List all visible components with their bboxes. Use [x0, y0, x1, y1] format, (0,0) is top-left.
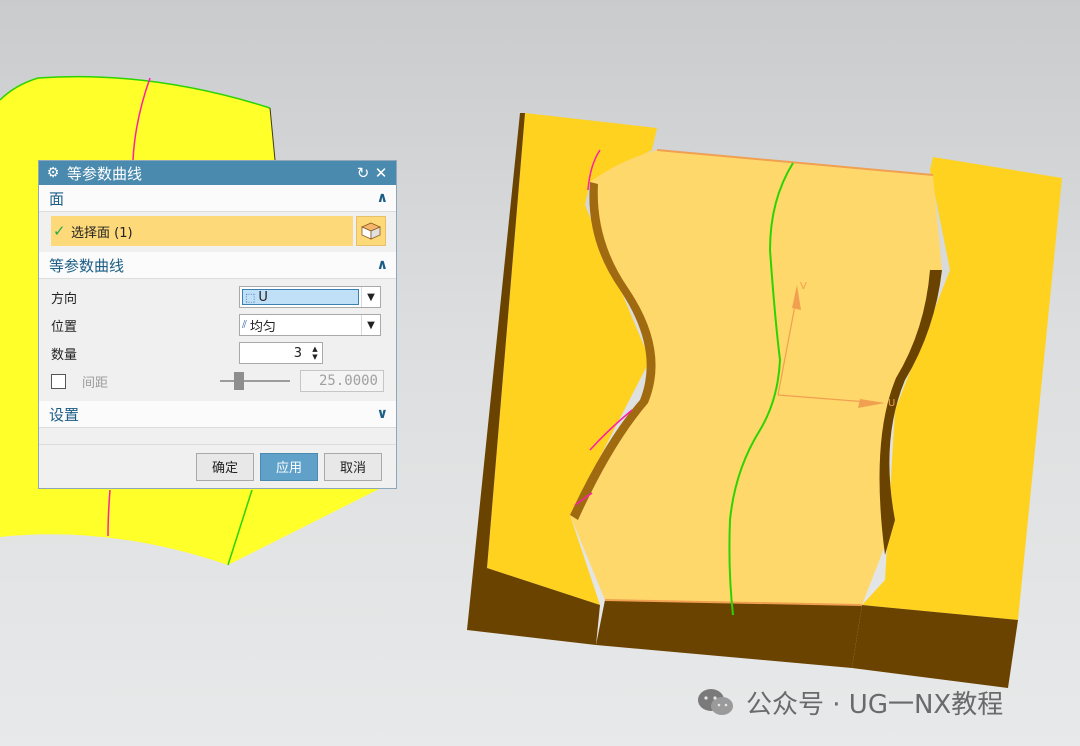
- curve-section-body: 方向 ⬚ U ▼ 位置 ⫽ 均匀 ▼ 数量 3 ▲ ▼ 间距 25.0000: [39, 279, 396, 401]
- face-section-header[interactable]: 面 ∧: [39, 185, 396, 212]
- block-model[interactable]: [467, 113, 1062, 688]
- face-section-title: 面: [49, 189, 65, 208]
- ok-button[interactable]: 确定: [196, 452, 254, 481]
- settings-section-title: 设置: [49, 405, 80, 424]
- uniform-icon: ⫽: [242, 318, 247, 331]
- apply-button[interactable]: 应用: [260, 452, 318, 481]
- curve-section-title: 等参数曲线: [49, 256, 125, 275]
- gear-icon[interactable]: ⚙: [45, 165, 61, 181]
- select-face-label: 选择面 (1): [71, 225, 133, 241]
- dropdown-arrow-icon[interactable]: ▼: [361, 315, 380, 335]
- isoparametric-curve-dialog: ⚙ 等参数曲线 ↻ ✕ 面 ∧ ✓ 选择面 (1) 等参数曲线 ∧ 方向 ⬚ U…: [38, 160, 397, 489]
- select-face-field[interactable]: ✓ 选择面 (1): [51, 216, 353, 246]
- direction-label: 方向: [51, 291, 78, 307]
- dialog-title-bar[interactable]: ⚙ 等参数曲线 ↻ ✕: [39, 161, 396, 185]
- face-section-body: ✓ 选择面 (1): [39, 212, 396, 252]
- chevron-up-icon[interactable]: ∧: [377, 257, 388, 273]
- watermark-text: 公众号 · UG一NX教程: [746, 690, 1004, 720]
- quantity-stepper[interactable]: 3 ▲ ▼: [239, 342, 323, 364]
- dropdown-arrow-icon[interactable]: ▼: [361, 287, 380, 307]
- curve-section-header[interactable]: 等参数曲线 ∧: [39, 252, 396, 279]
- cancel-button[interactable]: 取消: [324, 452, 382, 481]
- position-select[interactable]: ⫽ 均匀 ▼: [239, 314, 381, 336]
- quantity-row: 数量 3 ▲ ▼: [51, 339, 386, 367]
- reset-icon[interactable]: ↻: [354, 164, 372, 182]
- checkmark-icon: ✓: [53, 222, 66, 240]
- settings-section-header[interactable]: 设置 ∨: [39, 401, 396, 428]
- position-value: 均匀: [249, 319, 276, 335]
- direction-select[interactable]: ⬚ U ▼: [239, 286, 381, 308]
- position-row: 位置 ⫽ 均匀 ▼: [51, 311, 386, 339]
- chevron-up-icon[interactable]: ∧: [377, 190, 388, 206]
- close-icon[interactable]: ✕: [372, 164, 390, 182]
- position-label: 位置: [51, 319, 78, 335]
- quantity-label: 数量: [51, 347, 78, 363]
- dialog-title: 等参数曲线: [67, 164, 143, 183]
- quantity-value[interactable]: 3: [240, 346, 308, 361]
- slider-thumb[interactable]: [234, 372, 244, 390]
- spacing-slider[interactable]: [220, 371, 290, 391]
- spacing-checkbox[interactable]: [51, 373, 66, 389]
- axis-u-label: U: [888, 398, 895, 409]
- direction-row: 方向 ⬚ U ▼: [51, 283, 386, 311]
- chevron-down-icon[interactable]: ∨: [377, 406, 388, 422]
- cube-icon: [361, 222, 381, 240]
- spacing-value-field[interactable]: 25.0000: [300, 370, 384, 392]
- face-select-button[interactable]: [356, 216, 386, 246]
- spacing-row: 间距 25.0000: [51, 367, 386, 395]
- wechat-icon: [698, 688, 733, 715]
- spin-arrows-icon[interactable]: ▲ ▼: [308, 345, 322, 361]
- u-direction-icon: ⬚: [245, 290, 256, 304]
- dialog-footer: 确定 应用 取消: [39, 444, 396, 488]
- direction-value: U: [258, 289, 268, 305]
- axis-v-label: V: [800, 281, 807, 292]
- select-face-row[interactable]: ✓ 选择面 (1): [51, 216, 386, 246]
- watermark: 公众号 · UG一NX教程: [696, 684, 1003, 721]
